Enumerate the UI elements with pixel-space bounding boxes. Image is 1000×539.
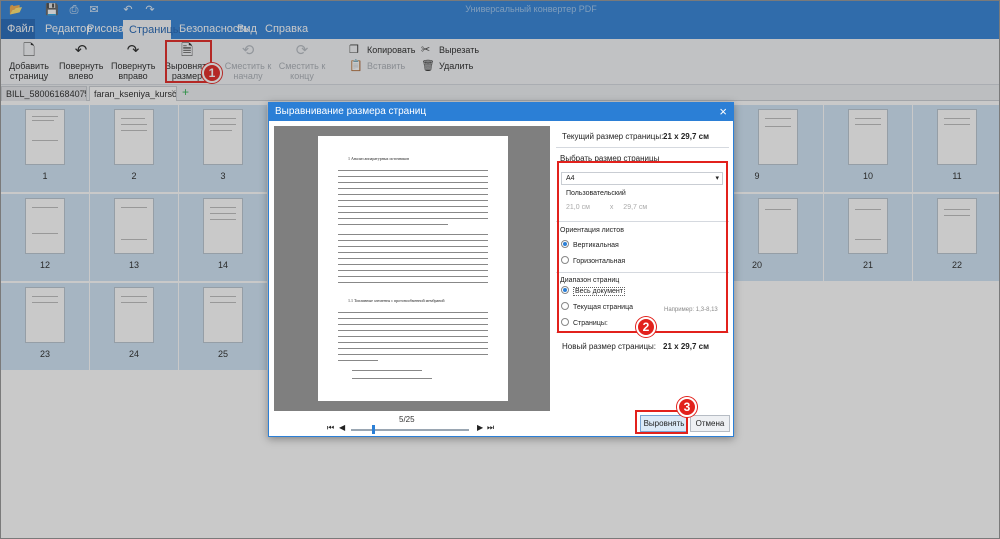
prev-page-icon[interactable]: ◀ [339,423,345,432]
close-icon[interactable]: × [719,103,727,121]
preview-navigation: ⏮ ◀ ▶ ⏭ [327,423,497,435]
cancel-button[interactable]: Отмена [690,415,730,432]
first-page-icon[interactable]: ⏮ [327,423,334,433]
new-size-row: Новый размер страницы: 21 x 29,7 см [562,342,709,351]
step-marker-3: 3 [677,397,697,417]
step-marker-2: 2 [636,317,656,337]
next-page-icon[interactable]: ▶ [477,423,483,432]
highlight-box-settings [557,161,728,333]
page-slider-thumb[interactable] [372,425,375,434]
preview-page: 1 Анализ аппаратурных источников 1.1 Топ… [318,136,508,401]
dialog-title: Выравнивание размера страниц [269,103,733,121]
current-size-row: Текущий размер страницы: 21 x 29,7 см [562,132,709,141]
last-page-icon[interactable]: ⏭ [487,423,494,433]
page-slider[interactable] [351,429,469,431]
page-preview: 1 Анализ аппаратурных источников 1.1 Топ… [274,126,550,411]
app-window: 📂 💾 ⎙ ✉ ↶ ↷ Универсальный конвертер PDF … [0,0,1000,539]
page-counter: 5/25 [399,415,415,424]
